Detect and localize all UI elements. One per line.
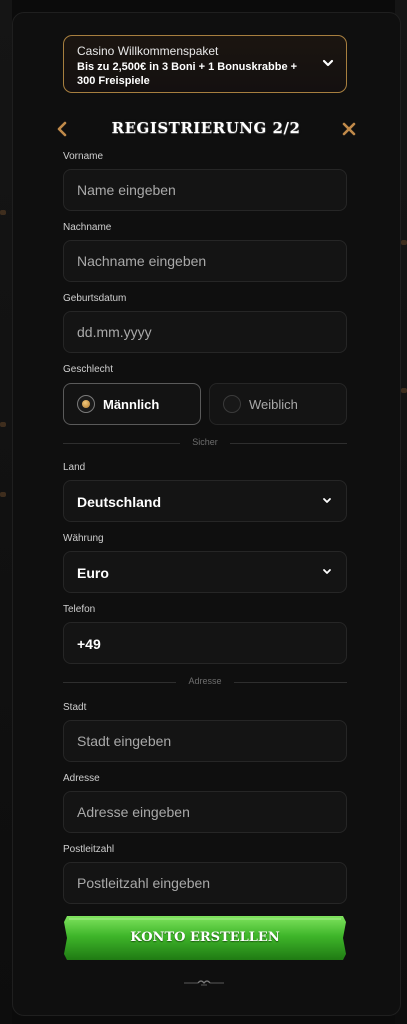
chevron-down-icon[interactable]: [322, 497, 332, 505]
address-field[interactable]: [63, 791, 347, 833]
address-input[interactable]: [64, 792, 346, 832]
background-mark: [0, 210, 6, 215]
gender-female-option[interactable]: Weiblich: [209, 383, 347, 425]
country-label: Land: [63, 462, 86, 473]
phone-field[interactable]: +49: [63, 622, 347, 664]
background-mark: [0, 492, 6, 497]
background-mark: [401, 240, 407, 245]
birthdate-input[interactable]: [64, 312, 346, 352]
currency-label: Währung: [63, 533, 104, 544]
address-label: Adresse: [63, 773, 100, 784]
last-name-field[interactable]: [63, 240, 347, 282]
country-value: Deutschland: [77, 494, 162, 510]
city-input[interactable]: [64, 721, 346, 761]
create-account-label: KONTO ERSTELLEN: [130, 930, 280, 945]
background-left: [0, 0, 12, 1024]
currency-value: Euro: [77, 565, 109, 581]
page-title: REGISTRIERUNG 2/2: [111, 119, 301, 137]
step-header: REGISTRIERUNG 2/2: [55, 117, 357, 141]
secure-divider-label: Sicher: [192, 437, 218, 447]
radio-selected-icon[interactable]: [77, 395, 95, 413]
currency-select[interactable]: Euro: [63, 551, 347, 593]
gender-male-option[interactable]: Männlich: [63, 383, 201, 425]
address-divider: Adresse: [63, 676, 347, 688]
chevron-down-icon[interactable]: [322, 568, 332, 576]
ornament-icon: [184, 980, 224, 986]
zip-field[interactable]: [63, 862, 347, 904]
gender-male-label: Männlich: [103, 397, 160, 412]
last-name-label: Nachname: [63, 222, 112, 233]
first-name-input[interactable]: [64, 170, 346, 210]
phone-label: Telefon: [63, 604, 96, 615]
welcome-package-dropdown[interactable]: Casino Willkommenspaket Bis zu 2,500€ in…: [63, 35, 347, 93]
zip-label: Postleitzahl: [63, 844, 115, 855]
background-mark: [0, 422, 6, 427]
city-label: Stadt: [63, 702, 87, 713]
create-account-button[interactable]: KONTO ERSTELLEN: [63, 916, 347, 960]
address-divider-label: Adresse: [188, 676, 222, 686]
promo-text: Bis zu 2,500€ in 3 Boni + 1 Bonuskrabbe …: [77, 61, 298, 87]
chevron-down-icon[interactable]: [322, 58, 334, 68]
first-name-label: Vorname: [63, 151, 104, 162]
zip-input[interactable]: [64, 863, 346, 903]
secure-divider: Sicher: [63, 437, 347, 449]
gender-label: Geschlecht: [63, 364, 114, 375]
birthdate-field[interactable]: [63, 311, 347, 353]
first-name-field[interactable]: [63, 169, 347, 211]
last-name-input[interactable]: [64, 241, 346, 281]
country-select[interactable]: Deutschland: [63, 480, 347, 522]
close-icon[interactable]: [341, 121, 357, 137]
radio-unselected-icon[interactable]: [223, 395, 241, 413]
promo-title: Casino Willkommenspaket: [77, 44, 219, 58]
birthdate-label: Geburtsdatum: [63, 293, 127, 304]
phone-value[interactable]: +49: [77, 636, 101, 652]
background-mark: [401, 388, 407, 393]
city-field[interactable]: [63, 720, 347, 762]
gender-female-label: Weiblich: [249, 397, 298, 412]
